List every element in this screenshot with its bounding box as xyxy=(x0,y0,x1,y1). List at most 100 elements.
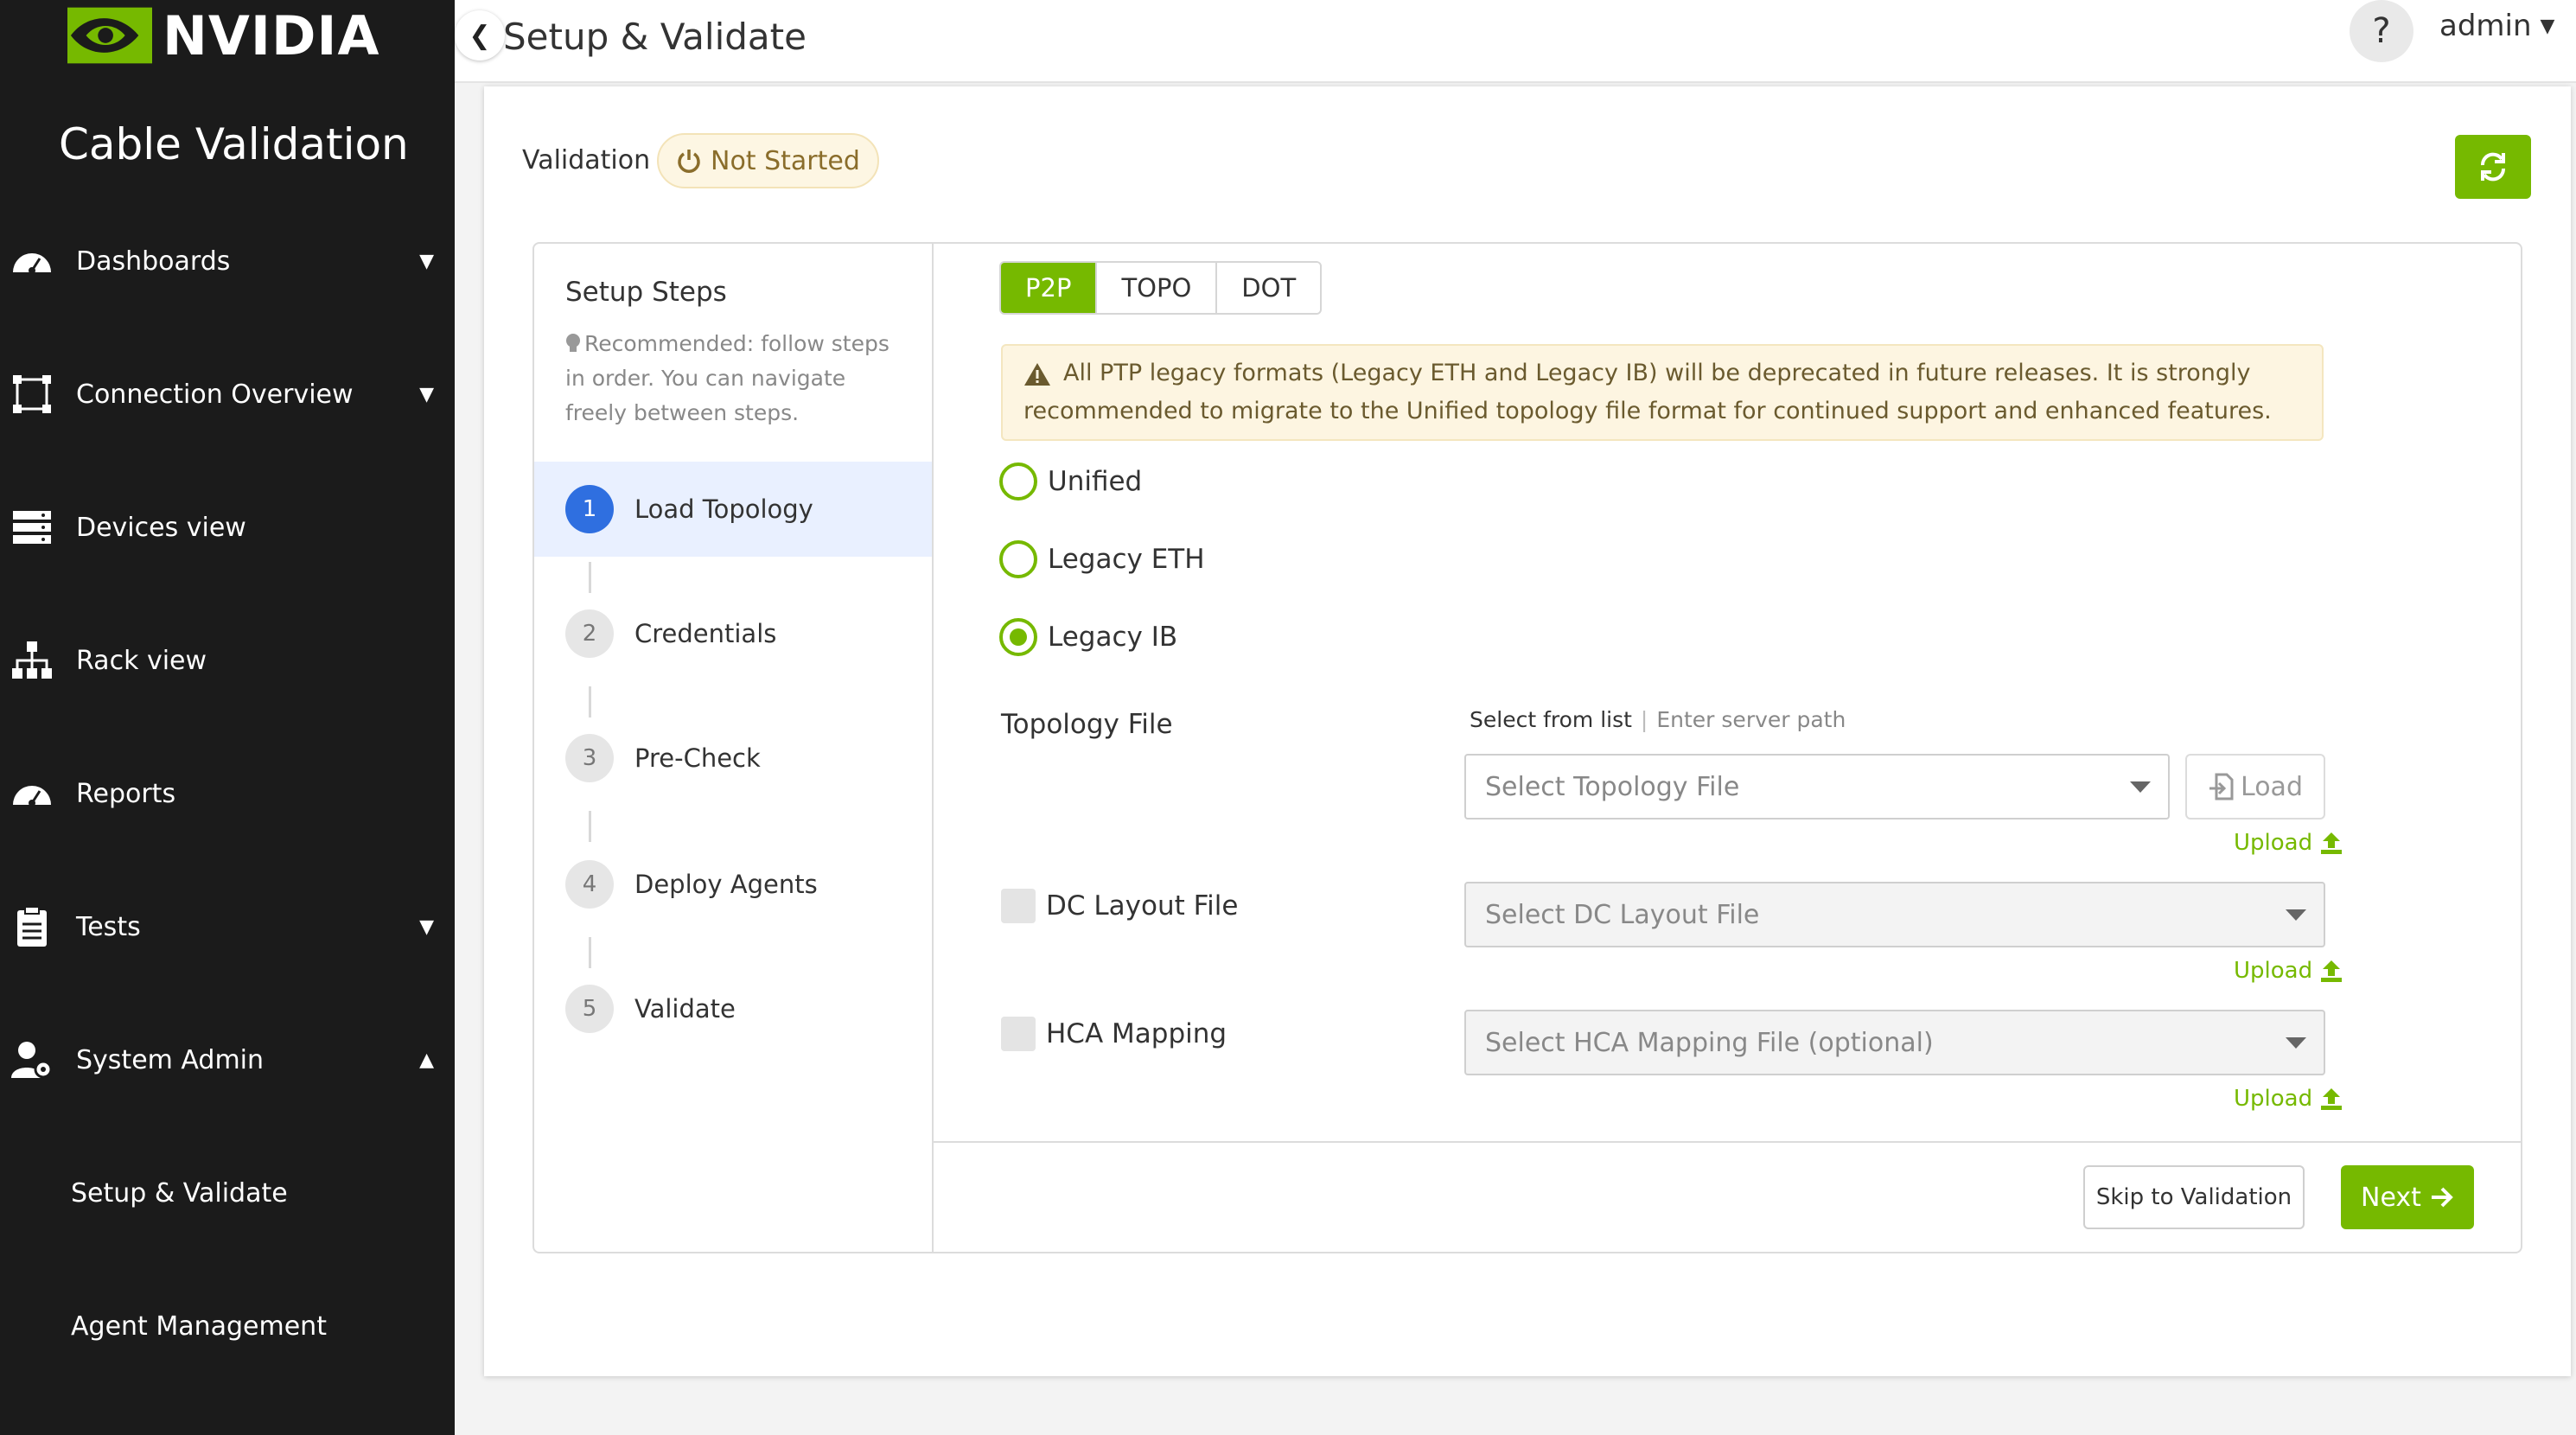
status-text: Not Started xyxy=(711,145,860,176)
toggle-divider: | xyxy=(1640,707,1648,732)
radio-legacy-eth[interactable]: Legacy ETH xyxy=(999,538,1205,581)
sidebar-item-rack-view[interactable]: Rack view xyxy=(0,626,455,695)
step-number: 5 xyxy=(565,985,614,1033)
chevron-left-icon: ❮ xyxy=(469,20,491,51)
sidebar-item-system-admin[interactable]: System Admin ▲ xyxy=(0,1025,455,1094)
setup-steps-panel: Setup Steps Recommended: follow steps in… xyxy=(534,244,934,1252)
hca-mapping-checkbox[interactable] xyxy=(1001,1017,1036,1051)
radio-button[interactable] xyxy=(999,540,1037,578)
load-label: Load xyxy=(2241,771,2303,802)
step-number: 4 xyxy=(565,860,614,909)
topology-file-label: Topology File xyxy=(1001,709,1173,740)
step-number: 2 xyxy=(565,609,614,658)
radio-button[interactable] xyxy=(999,618,1037,656)
sidebar-item-label: Tests xyxy=(76,911,141,942)
upload-label: Upload xyxy=(2234,830,2313,856)
app-title: Cable Validation xyxy=(59,119,409,169)
sidebar-item-tests[interactable]: Tests ▼ xyxy=(0,892,455,961)
hca-mapping-select[interactable]: Select HCA Mapping File (optional) xyxy=(1464,1010,2325,1075)
caret-down-icon xyxy=(2286,1037,2306,1049)
sidebar-item-label: Connection Overview xyxy=(76,379,354,410)
sidebar-item-label: System Admin xyxy=(76,1044,265,1075)
question-icon: ? xyxy=(2372,11,2391,51)
topology-file-select[interactable]: Select Topology File xyxy=(1464,754,2170,820)
chevron-down-icon: ▼ xyxy=(419,915,434,938)
refresh-icon xyxy=(2480,152,2506,182)
help-button[interactable]: ? xyxy=(2350,0,2413,62)
deprecation-warning: All PTP legacy formats (Legacy ETH and L… xyxy=(1001,344,2324,441)
upload-icon xyxy=(2321,1088,2343,1110)
enter-server-path-option[interactable]: Enter server path xyxy=(1656,707,1846,732)
sidebar-item-reports[interactable]: Reports xyxy=(0,759,455,828)
sidebar-item-label: Devices view xyxy=(76,512,246,543)
sidebar-item-label: Rack view xyxy=(76,645,207,676)
sidebar: NVIDIA Cable Validation Dashboards ▼ Con… xyxy=(0,0,455,1435)
step-deploy-agents[interactable]: 4 Deploy Agents xyxy=(534,837,932,932)
skip-label: Skip to Validation xyxy=(2095,1184,2292,1210)
radio-unified[interactable]: Unified xyxy=(999,460,1142,503)
topology-frame-icon xyxy=(13,375,51,413)
dc-layout-upload-link[interactable]: Upload xyxy=(2234,958,2343,984)
setup-steps-hint: Recommended: follow steps in order. You … xyxy=(565,327,911,430)
page-title: Setup & Validate xyxy=(503,16,807,58)
sidebar-item-devices-view[interactable]: Devices view xyxy=(0,493,455,562)
file-import-icon xyxy=(2209,773,2234,800)
topology-upload-link[interactable]: Upload xyxy=(2234,830,2343,856)
sidebar-subitem-label: Setup & Validate xyxy=(71,1177,288,1209)
arrow-right-icon xyxy=(2431,1187,2453,1208)
tab-dot[interactable]: DOT xyxy=(1217,263,1321,313)
upload-icon xyxy=(2321,832,2343,854)
sidebar-item-label: Dashboards xyxy=(76,246,231,277)
step-load-topology[interactable]: 1 Load Topology xyxy=(534,462,932,557)
step-credentials[interactable]: 2 Credentials xyxy=(534,586,932,681)
step-label: Load Topology xyxy=(634,494,813,524)
skip-to-validation-button[interactable]: Skip to Validation xyxy=(2083,1165,2305,1229)
next-label: Next xyxy=(2361,1182,2421,1213)
sidebar-subitem-setup-validate[interactable]: Setup & Validate xyxy=(0,1158,455,1228)
format-tabs: P2P TOPO DOT xyxy=(999,261,1323,315)
user-gear-icon xyxy=(11,1042,53,1079)
hca-mapping-upload-link[interactable]: Upload xyxy=(2234,1086,2343,1112)
setup-steps-title: Setup Steps xyxy=(565,277,727,308)
step-label: Pre-Check xyxy=(634,743,761,773)
gauge-icon xyxy=(13,786,51,807)
radio-button[interactable] xyxy=(999,462,1037,501)
chevron-up-icon: ▲ xyxy=(419,1049,434,1071)
setup-steps-hint-text: Recommended: follow steps in order. You … xyxy=(565,331,889,425)
hca-mapping-placeholder: Select HCA Mapping File (optional) xyxy=(1485,1027,1934,1058)
dc-layout-label: DC Layout File xyxy=(1046,890,1239,922)
footer-divider xyxy=(934,1141,2521,1143)
upload-label: Upload xyxy=(2234,1086,2313,1112)
refresh-button[interactable] xyxy=(2455,135,2531,199)
validation-label: Validation xyxy=(522,145,651,175)
tab-topo[interactable]: TOPO xyxy=(1097,263,1218,313)
collapse-sidebar-button[interactable]: ❮ xyxy=(455,10,505,61)
warning-icon xyxy=(1024,362,1050,386)
user-menu[interactable]: admin ▼ xyxy=(2439,9,2554,43)
caret-down-icon xyxy=(2130,781,2151,793)
dc-layout-checkbox[interactable] xyxy=(1001,889,1036,923)
sidebar-item-connection-overview[interactable]: Connection Overview ▼ xyxy=(0,360,455,429)
nvidia-logo[interactable]: NVIDIA xyxy=(67,4,379,67)
power-icon xyxy=(678,150,700,173)
step-validate[interactable]: 5 Validate xyxy=(534,961,932,1056)
step-number: 1 xyxy=(565,485,614,533)
select-from-list-option[interactable]: Select from list xyxy=(1470,707,1632,732)
radio-legacy-ib[interactable]: Legacy IB xyxy=(999,615,1177,659)
clipboard-icon xyxy=(17,906,47,947)
status-badge: Not Started xyxy=(657,133,879,188)
hca-mapping-label: HCA Mapping xyxy=(1046,1018,1227,1049)
dc-layout-placeholder: Select DC Layout File xyxy=(1485,899,1760,930)
step-pre-check[interactable]: 3 Pre-Check xyxy=(534,711,932,806)
server-rack-icon xyxy=(13,511,51,544)
next-button[interactable]: Next xyxy=(2341,1165,2474,1229)
sidebar-subitem-label: Agent Management xyxy=(71,1311,327,1342)
load-button[interactable]: Load xyxy=(2185,754,2325,820)
sidebar-subitem-agent-management[interactable]: Agent Management xyxy=(0,1292,455,1361)
sidebar-item-dashboards[interactable]: Dashboards ▼ xyxy=(0,226,455,296)
dc-layout-select[interactable]: Select DC Layout File xyxy=(1464,882,2325,947)
radio-label: Legacy IB xyxy=(1048,622,1178,653)
chevron-down-icon: ▼ xyxy=(419,250,434,272)
tab-p2p[interactable]: P2P xyxy=(1001,263,1098,313)
warning-text: All PTP legacy formats (Legacy ETH and L… xyxy=(1023,360,2272,424)
